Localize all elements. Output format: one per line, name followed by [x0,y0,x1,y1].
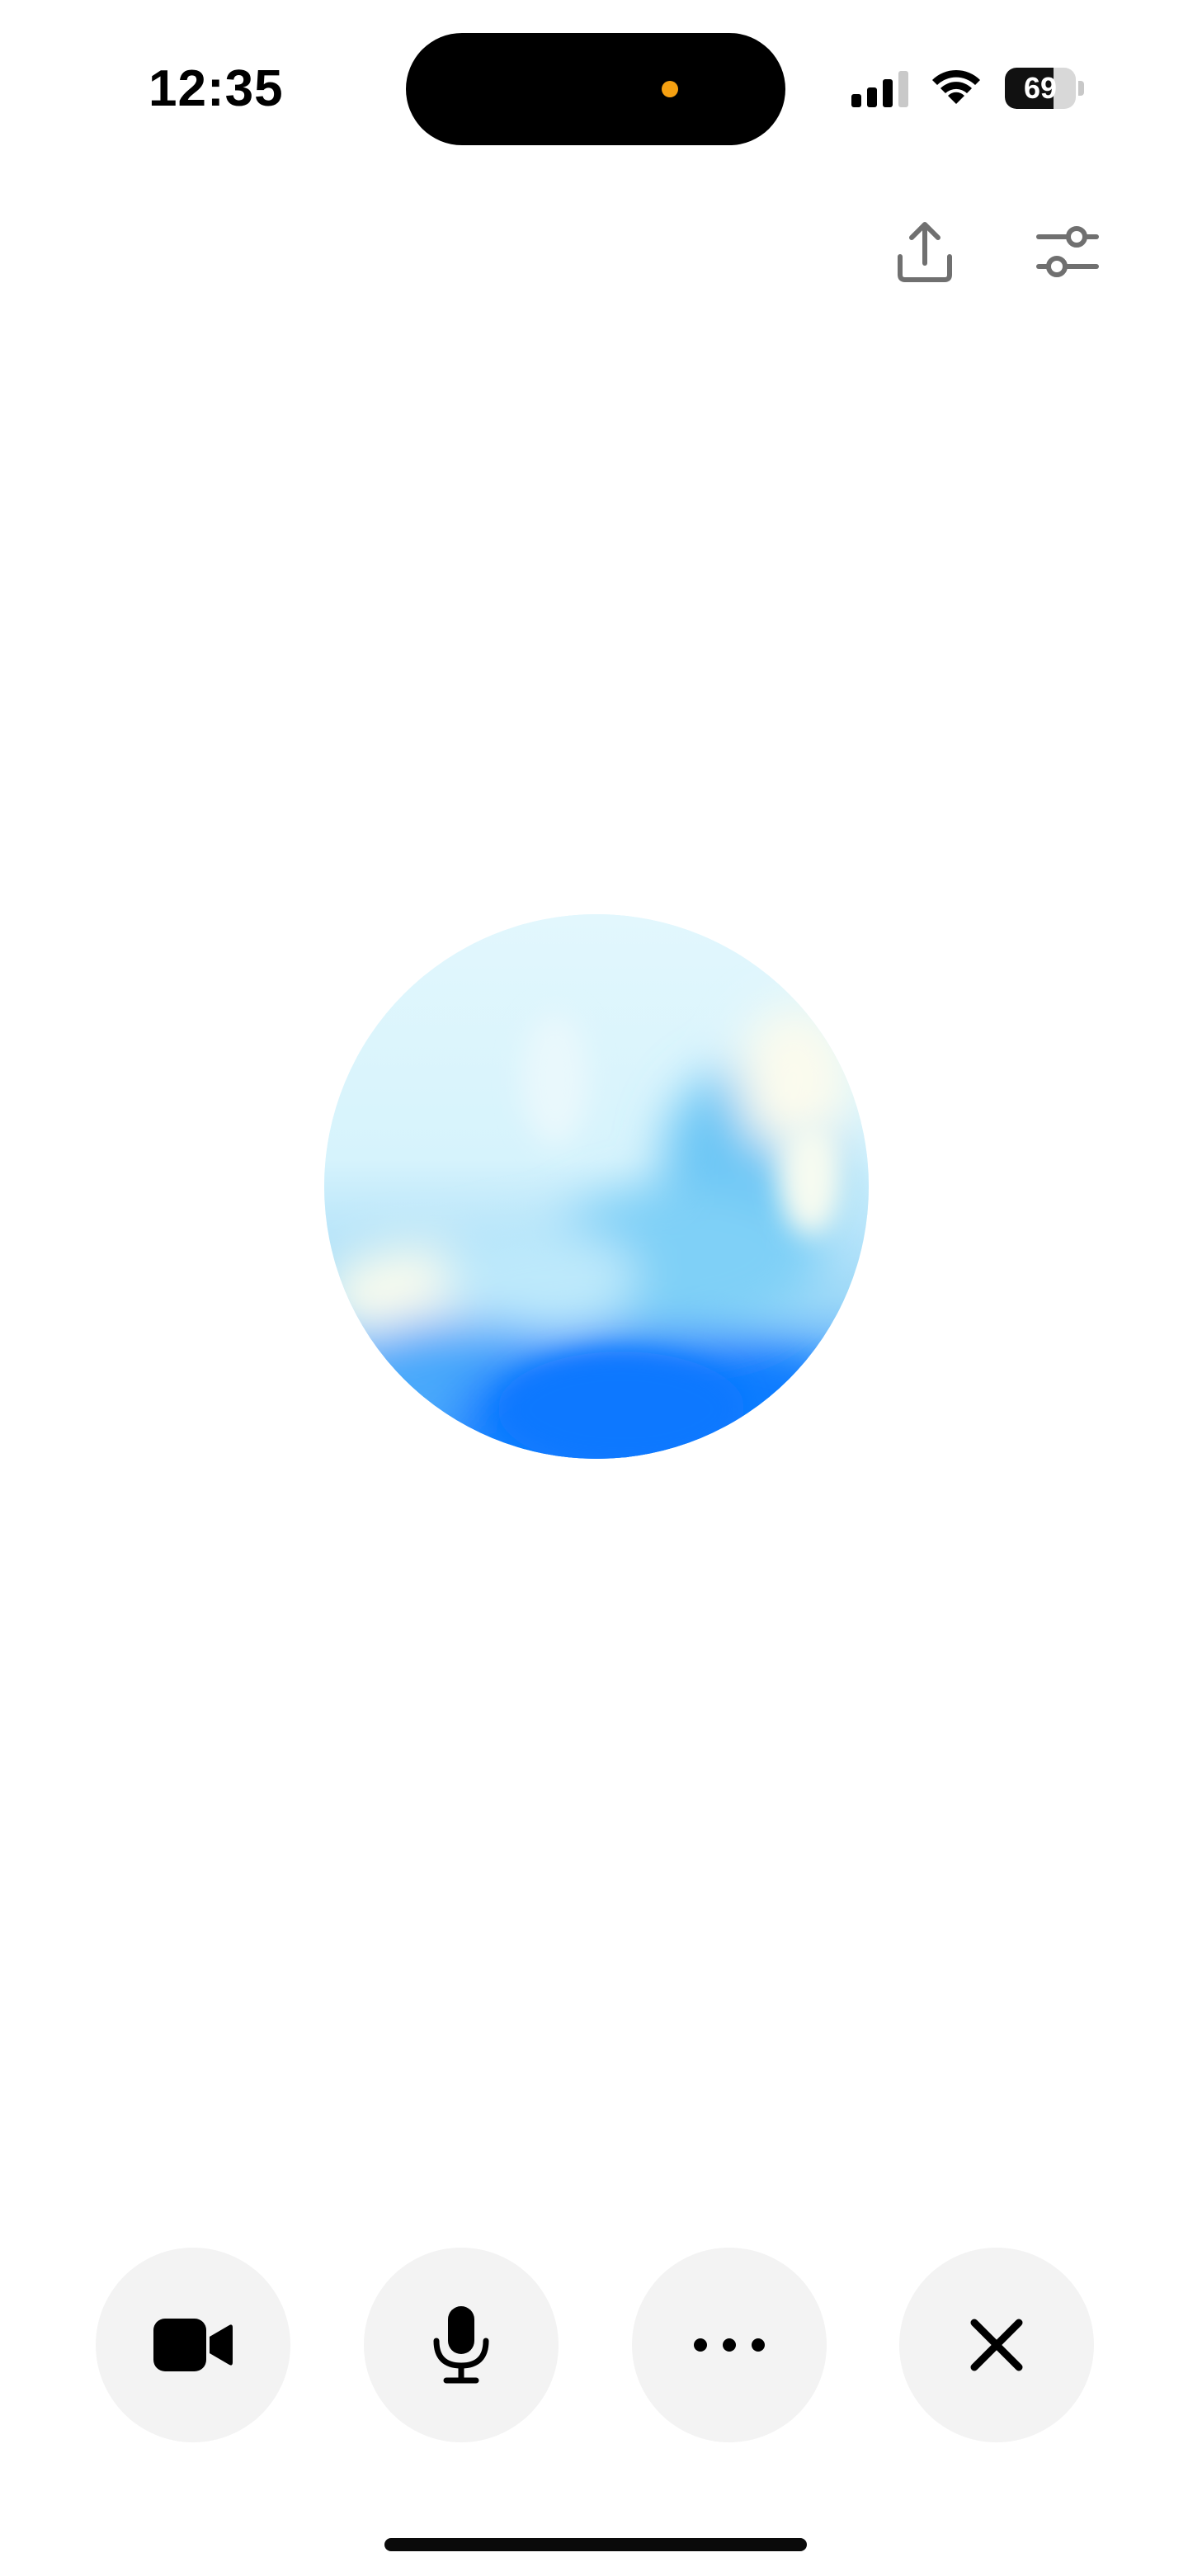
video-button[interactable] [96,2248,290,2442]
microphone-button[interactable] [364,2248,559,2442]
video-camera-icon [153,2319,233,2371]
more-options-button[interactable] [632,2248,827,2442]
battery-cap [1078,81,1084,96]
sliders-settings-icon [1036,226,1099,277]
more-ellipsis-icon [694,2338,765,2352]
battery-body: 69 [1005,68,1076,109]
dynamic-island [406,33,785,145]
voice-orb-artwork [324,914,869,1459]
battery-level: 69 [1023,71,1058,105]
status-time: 12:35 [148,60,284,117]
microphone-icon [433,2306,489,2384]
settings-button[interactable] [1021,206,1112,297]
share-upload-icon [898,222,952,282]
voice-orb [324,914,869,1459]
microphone-in-use-indicator [662,81,678,97]
cellular-signal-icon [851,71,908,107]
share-button[interactable] [879,206,970,297]
wifi-icon [932,69,980,104]
close-button[interactable] [899,2248,1094,2442]
home-indicator[interactable] [384,2538,807,2551]
close-icon [970,2319,1023,2371]
battery-indicator: 69 [1005,68,1084,109]
